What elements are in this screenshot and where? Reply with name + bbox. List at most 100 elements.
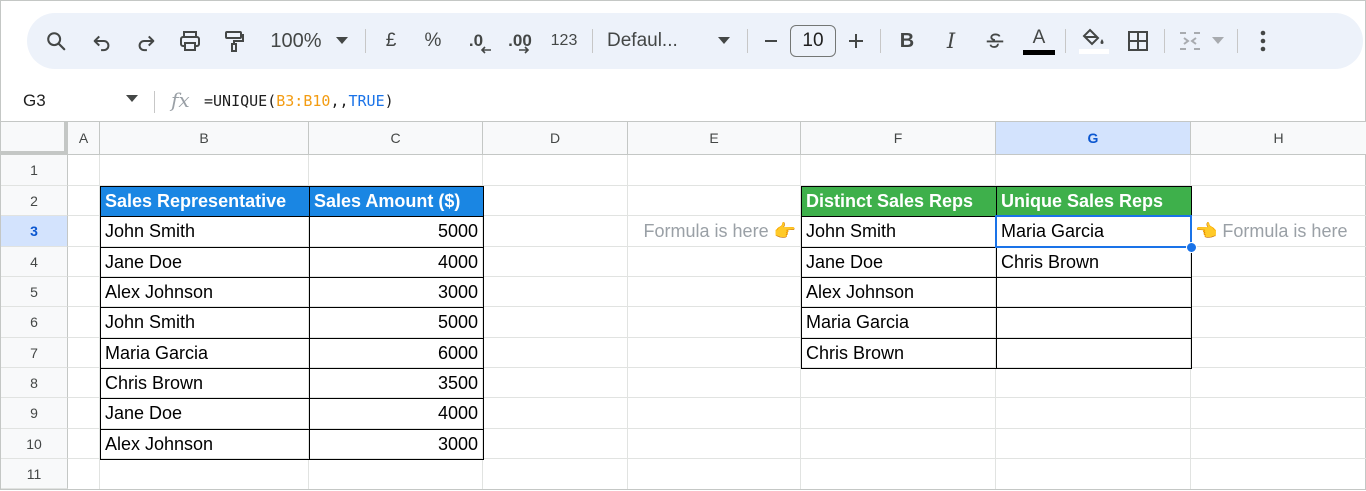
row-header-5[interactable]: 5: [1, 277, 68, 307]
sales-rep-cell[interactable]: Jane Doe: [100, 247, 309, 277]
fill-color-swatch: [1079, 49, 1109, 54]
sales-amount-cell[interactable]: 5000: [309, 307, 483, 338]
column-header-e[interactable]: E: [628, 121, 801, 155]
sales-rep-cell[interactable]: John Smith: [100, 307, 309, 338]
sales-rep-cell[interactable]: Jane Doe: [100, 398, 309, 429]
print-icon[interactable]: [173, 23, 207, 59]
merge-cells-icon[interactable]: [1173, 23, 1207, 59]
column-header-a[interactable]: A: [68, 121, 100, 155]
row-header-6[interactable]: 6: [1, 307, 68, 338]
sales-rep-cell[interactable]: Alex Johnson: [100, 277, 309, 307]
column-header-c[interactable]: C: [309, 121, 483, 155]
plus-icon[interactable]: [840, 23, 872, 59]
column-header-f[interactable]: F: [801, 121, 996, 155]
row-header-9[interactable]: 9: [1, 398, 68, 429]
sales-amount-cell[interactable]: 6000: [309, 338, 483, 368]
row-header-3[interactable]: 3: [1, 216, 68, 247]
fill-handle[interactable]: [1186, 242, 1197, 253]
sales-amount-cell[interactable]: 4000: [309, 247, 483, 277]
distinct-rep-cell[interactable]: Jane Doe: [801, 247, 996, 277]
sales-rep-cell[interactable]: Alex Johnson: [100, 429, 309, 459]
percent-format-button[interactable]: %: [416, 23, 450, 59]
formula-mid: ,,: [330, 92, 349, 110]
fx-icon: fx: [171, 88, 190, 112]
distinct-header-cell[interactable]: Distinct Sales Reps: [801, 186, 996, 216]
strikethrough-icon[interactable]: [977, 23, 1013, 59]
increase-decimal-button[interactable]: .00: [500, 23, 540, 59]
unique-rep-cell[interactable]: [996, 338, 1191, 368]
arrow-left-icon: [480, 46, 491, 54]
toolbar-divider: [1164, 29, 1165, 53]
toolbar-divider: [1065, 29, 1066, 53]
formula-bar: G3 fx =UNIQUE(B3:B10,,TRUE): [1, 83, 1366, 121]
chevron-down-icon[interactable]: [327, 23, 357, 59]
unique-rep-cell[interactable]: [996, 277, 1191, 307]
sales-rep-cell[interactable]: John Smith: [100, 216, 309, 247]
column-header-h[interactable]: H: [1191, 121, 1366, 155]
sales-amount-cell[interactable]: 3500: [309, 368, 483, 398]
minus-icon[interactable]: [756, 23, 786, 59]
distinct-rep-cell[interactable]: Alex Johnson: [801, 277, 996, 307]
formula-input[interactable]: =UNIQUE(B3:B10,,TRUE): [204, 92, 394, 110]
spreadsheet-grid[interactable]: A B C D E F G H 1 2 3 4 5 6 7 8 9 10 11 Sales Representativ…: [1, 121, 1366, 491]
italic-button[interactable]: I: [933, 23, 969, 59]
sales-rep-cell[interactable]: Chris Brown: [100, 368, 309, 398]
row-header-7[interactable]: 7: [1, 338, 68, 368]
table-border-line: [100, 428, 483, 430]
search-icon[interactable]: [39, 23, 73, 59]
number-format-button[interactable]: 123: [544, 23, 584, 59]
toolbar-divider: [880, 29, 881, 53]
name-box[interactable]: G3: [23, 91, 46, 111]
sales-amount-cell[interactable]: 5000: [309, 216, 483, 247]
unique-rep-cell[interactable]: Chris Brown: [996, 247, 1191, 277]
sales-amount-cell[interactable]: 3000: [309, 429, 483, 459]
column-header-b[interactable]: B: [100, 121, 309, 155]
toolbar: 100% £ % .0 .00 123 Defaul... 10 B I A: [27, 13, 1363, 69]
formula-bar-divider: [154, 91, 155, 113]
select-all-corner[interactable]: [1, 121, 68, 155]
sales-amount-cell[interactable]: 4000: [309, 398, 483, 429]
toolbar-divider: [1237, 29, 1238, 53]
decrease-decimal-button[interactable]: .0: [458, 23, 494, 59]
undo-icon[interactable]: [85, 23, 119, 59]
distinct-rep-cell[interactable]: Chris Brown: [801, 338, 996, 368]
unique-rep-cell[interactable]: Maria Garcia: [996, 216, 1191, 247]
distinct-rep-cell[interactable]: John Smith: [801, 216, 996, 247]
table-border-line: [100, 246, 483, 248]
toolbar-divider: [747, 29, 748, 53]
table-border-line: [801, 337, 1191, 339]
row-header-2[interactable]: 2: [1, 186, 68, 216]
chevron-down-icon[interactable]: [126, 95, 138, 103]
sales-rep-header-cell[interactable]: Sales Representative: [100, 186, 309, 216]
row-header-11[interactable]: 11: [1, 459, 68, 489]
table-border-line: [100, 215, 483, 217]
sales-amount-header-cell[interactable]: Sales Amount ($): [309, 186, 483, 216]
chevron-down-icon[interactable]: [709, 23, 739, 59]
redo-icon[interactable]: [129, 23, 163, 59]
unique-header-cell[interactable]: Unique Sales Reps: [996, 186, 1191, 216]
font-select[interactable]: Defaul...: [601, 23, 709, 59]
toolbar-divider: [365, 29, 366, 53]
bold-button[interactable]: B: [889, 23, 925, 59]
unique-rep-cell[interactable]: [996, 307, 1191, 338]
zoom-select[interactable]: 100%: [265, 23, 327, 59]
text-color-button[interactable]: A: [1021, 23, 1057, 59]
row-header-1[interactable]: 1: [1, 155, 68, 186]
more-vert-icon[interactable]: [1246, 23, 1280, 59]
borders-icon[interactable]: [1120, 23, 1156, 59]
row-header-10[interactable]: 10: [1, 429, 68, 459]
font-size-input[interactable]: 10: [790, 25, 836, 57]
row-header-8[interactable]: 8: [1, 368, 68, 398]
column-header-d[interactable]: D: [483, 121, 628, 155]
table-border-line: [100, 276, 483, 278]
column-header-g[interactable]: G: [996, 121, 1191, 155]
currency-format-button[interactable]: £: [374, 23, 408, 59]
formula-note-right: 👈 Formula is here: [1195, 221, 1348, 241]
fill-color-icon[interactable]: [1074, 23, 1114, 59]
chevron-down-icon[interactable]: [1207, 23, 1229, 59]
paint-format-icon[interactable]: [217, 23, 251, 59]
distinct-rep-cell[interactable]: Maria Garcia: [801, 307, 996, 338]
sales-rep-cell[interactable]: Maria Garcia: [100, 338, 309, 368]
sales-amount-cell[interactable]: 3000: [309, 277, 483, 307]
row-header-4[interactable]: 4: [1, 247, 68, 277]
